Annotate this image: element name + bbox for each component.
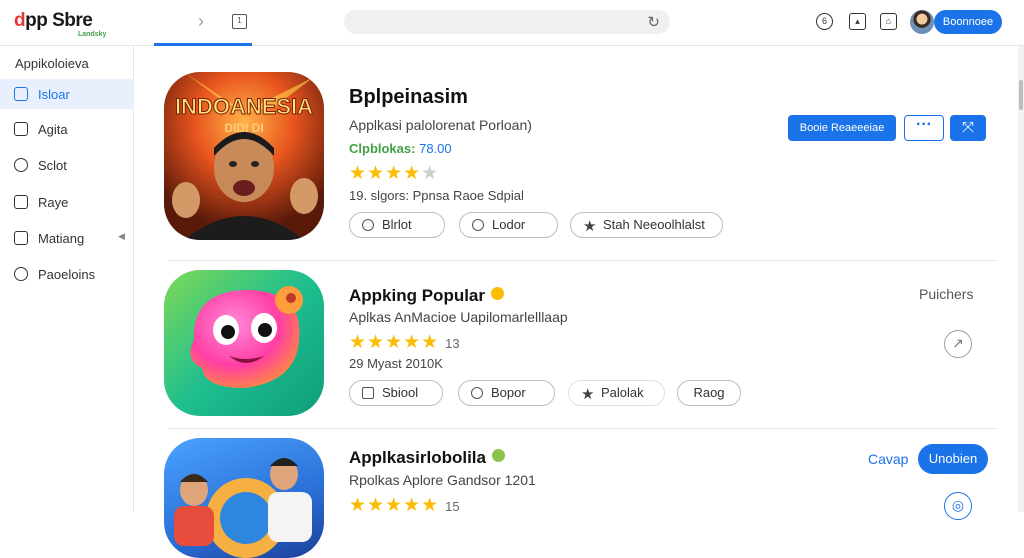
app-icon-popular[interactable] [164,270,324,416]
rating-count: 13 [445,336,460,351]
sidebar-item-label: Paoeloins [38,267,96,282]
chip-sbiool[interactable]: Sbiool [349,380,443,406]
divider [168,428,996,429]
app-title-text: Applkasirlobolila [349,448,486,467]
app-title[interactable]: Bplpeinasim [349,86,468,109]
signin-button[interactable]: Boonnoee [934,10,1002,34]
cavap-link[interactable]: Cavap [868,451,908,467]
apps-icon [14,122,28,136]
app-title-text: Appking Popular [349,286,485,305]
top-bar: dpp Sbre Landsky › 1 ↻ 6 ▴ ⌂ Boonnoee [0,0,1024,46]
app-meta: 29 Myast 2010K [349,356,443,371]
rating-stars: ★★★★★ [349,162,439,185]
bookmark-icon [471,387,483,399]
app-icon-artwork: INDOANESIA DIDI DI [172,72,318,240]
rating-stars: ★★★★★ 15 [349,494,460,517]
app-developer: Clpblokas: 78.00 [349,141,452,156]
app-icon-artwork [190,286,303,388]
sidebar-item-label: Agita [38,122,68,137]
sidebar-item-isloar[interactable]: Isloar [0,79,134,109]
chip-label: Palolak [601,385,644,400]
more-options-button[interactable]: ··· [904,115,944,141]
chip-label: Lodor [492,217,526,232]
bag-icon [14,231,28,245]
sidebar-item-matiang[interactable]: Matiang ◀ [0,223,134,253]
globe-icon[interactable]: ◎ [944,492,972,520]
star-empty-icon: ★ [421,163,440,184]
forward-icon[interactable]: › [198,11,204,32]
star-icon: ★ [583,218,597,235]
caret-left-icon: ◀ [118,231,125,241]
star-icon: ★★★★ [349,163,422,184]
sidebar-item-label: Sclot [38,158,67,173]
chip-raog[interactable]: Raog [677,380,741,406]
active-tab-indicator [154,43,252,46]
developer-label: Clpblokas: [349,141,416,156]
sidebar-item-raye[interactable]: Raye [0,187,134,217]
sidebar-item-paoeloins[interactable]: Paoeloins [0,259,134,289]
reload-icon[interactable]: ↻ [647,13,660,31]
sidebar-item-label: Matiang [38,231,85,246]
sidebar-item-label: Raye [38,195,69,210]
chip-stah[interactable]: ★ Stah Neeoolhlalst [570,212,723,238]
home-icon[interactable]: ⌂ [880,13,897,30]
chip-bopor[interactable]: Bopor [458,380,555,406]
app-icon-third[interactable] [164,438,324,558]
list-icon [14,195,28,209]
star-icon: ★ [581,386,595,403]
chip-label: Bopor [491,385,526,400]
sidebar-heading: Appikoloieva [15,56,89,71]
app-subtitle: Rpolkas Aplore Gandsor 1201 [349,472,536,488]
app-title[interactable]: Appking Popular [349,286,504,306]
download-icon[interactable]: ▴ [849,13,866,30]
chip-blrlot[interactable]: Blrlot [349,212,445,238]
app-meta: 19. slgors: Ppnsa Raoe Sdpial [349,188,524,203]
share-button[interactable]: ⤧ [950,115,986,141]
logo-text: pp Sbre [25,10,93,31]
store-icon [14,87,28,101]
app-title[interactable]: Applkasirlobolila [349,448,505,468]
logo-prefix: d [14,10,26,31]
sidebar: Appikoloieva Isloar Agita Sclot Raye Mat… [0,46,134,512]
pin-icon [362,219,374,231]
chip-label: Sbiool [382,385,419,400]
chip-label: Stah Neeoolhlalst [603,217,705,232]
icon-headline: INDOANESIA [175,94,313,119]
app-icon-artwork [174,458,312,558]
chip-label: Blrlot [382,217,412,232]
sidebar-item-sclot[interactable]: Sclot [0,150,134,180]
verified-icon [491,287,504,300]
settings-icon [14,267,28,281]
divider [168,260,996,261]
scrollbar-track[interactable] [1018,46,1024,512]
verified-icon [491,449,505,462]
search-input[interactable]: ↻ [344,10,670,34]
app-subtitle: Aplkas AnMacioe Uapilomarlelllaap [349,309,568,325]
chip-palolak[interactable]: ★ Palolak [568,380,665,406]
app-icon-indonesia[interactable]: INDOANESIA DIDI DI [164,72,324,240]
star-icon: ★★★★★ [349,495,440,516]
install-button[interactable]: Unobien [918,444,988,474]
publisher-link[interactable]: Puichers [919,286,973,302]
chat-icon [14,158,28,172]
avatar[interactable] [910,10,934,34]
sidebar-item-label: Isloar [38,87,70,102]
star-icon: ★★★★★ [349,332,440,353]
app-logo[interactable]: dpp Sbre [14,10,93,32]
share-icon[interactable]: ↗ [944,330,972,358]
app-price: 78.00 [419,141,452,156]
link-icon [472,219,484,231]
sidebar-item-agita[interactable]: Agita [0,114,134,144]
tab-icon[interactable]: 1 [232,14,247,29]
logo-subtitle: Landsky [78,31,107,38]
chip-lodor[interactable]: Lodor [459,212,558,238]
app-subtitle: Applkasi palolorenat Porloan) [349,117,532,133]
rating-stars: ★★★★★ 13 [349,331,460,354]
history-icon[interactable]: 6 [816,13,833,30]
box-icon [362,387,374,399]
scrollbar-thumb[interactable] [1019,80,1023,110]
primary-action-button[interactable]: Booie Reaeeeiae [788,115,896,141]
